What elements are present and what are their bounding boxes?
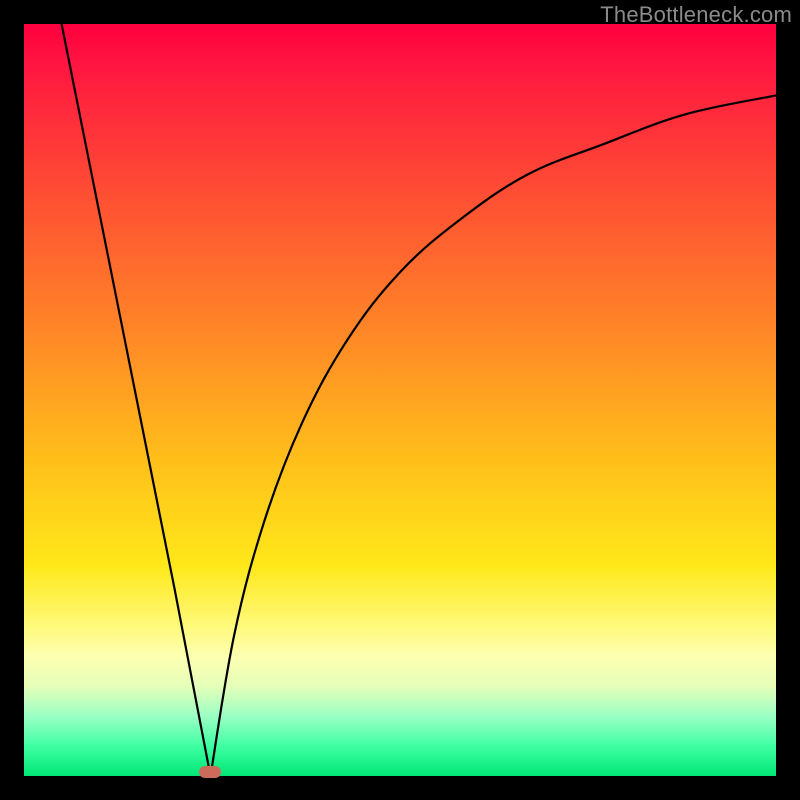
plot-area bbox=[24, 24, 776, 776]
curve-left-branch bbox=[62, 24, 211, 776]
watermark-text: TheBottleneck.com bbox=[600, 2, 792, 28]
curve-right-branch bbox=[211, 95, 777, 776]
minimum-marker bbox=[199, 766, 221, 778]
bottleneck-curve bbox=[24, 24, 776, 776]
chart-frame: TheBottleneck.com bbox=[0, 0, 800, 800]
